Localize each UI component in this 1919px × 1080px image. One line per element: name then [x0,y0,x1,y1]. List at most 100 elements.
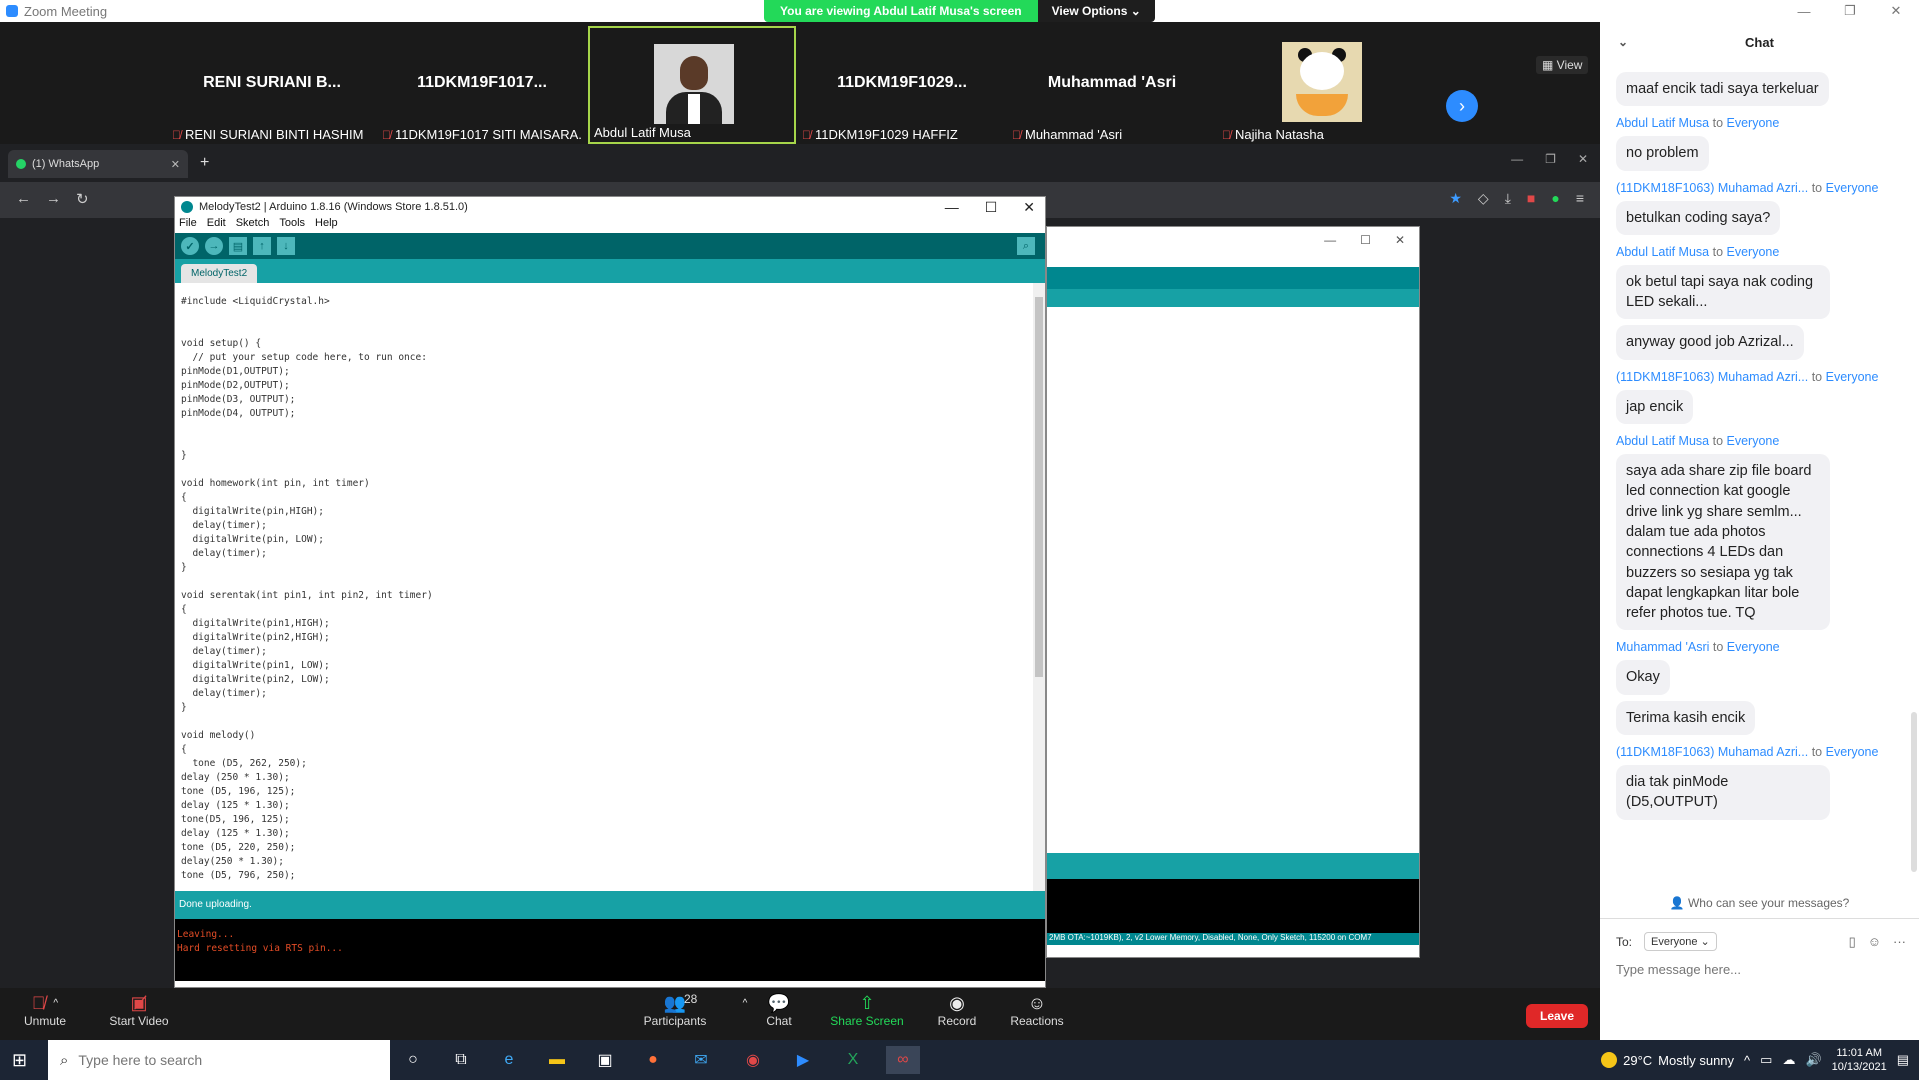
extension-red-icon[interactable]: ■ [1527,190,1535,207]
arduino-close-icon[interactable]: ✕ [1023,199,1035,216]
weather-widget[interactable]: 29°C Mostly sunny [1601,1052,1734,1068]
arduino2-minimize-icon[interactable]: — [1324,233,1336,261]
new-tab-icon[interactable]: + [200,154,209,172]
menu-edit[interactable]: Edit [207,217,226,233]
chat-scrollbar[interactable] [1911,712,1917,872]
edge-browser-icon[interactable]: e [492,1046,526,1074]
chat-sender[interactable]: Muhammad 'Asri [1616,640,1709,654]
mail-icon[interactable]: ✉ [684,1046,718,1074]
microsoft-store-icon[interactable]: ▣ [588,1046,622,1074]
forward-arrow-icon[interactable]: → [46,190,61,207]
more-icon[interactable]: ··· [1893,934,1906,950]
code-editor[interactable]: #include <LiquidCrystal.h> void setup() {… [175,283,1045,891]
participant-tile[interactable]: 🎙̸ Najiha Natasha [1218,26,1426,144]
cortana-icon[interactable]: ○ [396,1046,430,1074]
audio-options-caret-icon[interactable]: ^ [53,998,58,1009]
extension-green-icon[interactable]: ● [1551,190,1559,207]
collapse-chevron-icon[interactable]: ⌄ [1618,35,1628,49]
start-video-button[interactable]: ▣̸ Start Video [94,992,184,1029]
verify-check-icon[interactable]: ✓ [181,237,199,255]
chat-sender[interactable]: (11DKM18F1063) Muhamad Azri... [1616,181,1808,195]
network-icon[interactable]: ▭ [1760,1052,1772,1068]
temperature: 29°C [1623,1052,1653,1068]
download-icon[interactable]: ⤓ [1505,190,1511,207]
firefox-icon[interactable]: ● [636,1046,670,1074]
tray-caret-icon[interactable]: ^ [1744,1053,1750,1068]
save-sketch-icon[interactable]: ↓ [277,237,295,255]
chat-recipient: Everyone [1825,369,1879,384]
upload-arrow-icon[interactable]: → [205,237,223,255]
participant-tile[interactable]: Muhammad 'Asri 🎙̸ Muhammad 'Asri [1008,26,1216,144]
arduino2-board-info: 2MB OTA:~1019KB), 2, v2 Lower Memory, Di… [1047,933,1419,945]
menu-help[interactable]: Help [315,217,338,233]
arduino2-maximize-icon[interactable]: ☐ [1360,233,1371,261]
chat-sender[interactable]: (11DKM18F1063) Muhamad Azri... [1616,370,1808,384]
chat-message-list[interactable]: maaf encik tadi saya terkeluar Abdul Lati… [1600,66,1919,906]
view-button[interactable]: ▦ View [1536,56,1589,74]
participant-tile-active-speaker[interactable]: Abdul Latif Musa [588,26,796,144]
editor-scrollbar[interactable] [1033,283,1045,891]
file-icon[interactable]: ▯ [1849,934,1856,950]
record-button[interactable]: ◉ Record [912,992,1002,1029]
chat-sender[interactable]: Abdul Latif Musa [1616,116,1709,130]
volume-icon[interactable]: 🔊 [1805,1052,1821,1068]
chat-message-input[interactable] [1616,962,1896,977]
browser-minimize-icon[interactable]: — [1511,152,1523,166]
notifications-icon[interactable]: ▤ [1897,1052,1909,1068]
emoji-icon[interactable]: ☺ [1868,934,1881,950]
reload-icon[interactable]: ↻ [76,190,89,208]
chat-divider [1600,918,1919,919]
menu-file[interactable]: File [179,217,197,233]
sketch-tab[interactable]: MelodyTest2 [181,264,258,283]
chat-button[interactable]: 💬 Chat [734,992,824,1029]
windows-start-icon[interactable]: ⊞ [12,1050,27,1071]
zoom-taskbar-icon[interactable]: ▶ [786,1046,820,1074]
pocket-icon[interactable]: ◇ [1478,190,1489,207]
minimize-button[interactable]: — [1781,0,1827,22]
onedrive-cloud-icon[interactable]: ☁ [1782,1052,1795,1068]
menu-sketch[interactable]: Sketch [236,217,270,233]
back-arrow-icon[interactable]: ← [16,190,31,207]
chat-bubble-icon: 💬 [767,992,791,1013]
new-sketch-icon[interactable]: ▤ [229,237,247,255]
taskbar-clock[interactable]: 11:01 AM 10/13/2021 [1832,1046,1887,1074]
excel-icon[interactable]: X [836,1046,870,1074]
menu-tools[interactable]: Tools [279,217,305,233]
chat-sender[interactable]: Abdul Latif Musa [1616,245,1709,259]
arduino2-close-icon[interactable]: ✕ [1395,233,1405,261]
menu-icon[interactable]: ≡ [1576,190,1584,207]
tab-close-icon[interactable]: ✕ [171,158,180,171]
restore-button[interactable]: ❐ [1827,0,1873,22]
browser-close-icon[interactable]: ✕ [1578,152,1588,166]
task-view-icon[interactable]: ⧉ [444,1046,478,1074]
close-button[interactable]: ✕ [1873,0,1919,22]
serial-monitor-icon[interactable]: ⌕ [1017,237,1035,255]
muted-mic-icon: 🎙̸ [1222,127,1231,142]
chat-sender[interactable]: Abdul Latif Musa [1616,434,1709,448]
reactions-button[interactable]: ☺ Reactions [992,992,1082,1029]
next-page-arrow-icon[interactable]: › [1446,90,1478,122]
arduino-maximize-icon[interactable]: ☐ [985,199,998,216]
open-sketch-icon[interactable]: ↑ [253,237,271,255]
participant-tile[interactable]: 11DKM19F1029... 🎙̸ 11DKM19F1029 HAFFIZ [798,26,1006,144]
chat-sender[interactable]: (11DKM18F1063) Muhamad Azri... [1616,745,1808,759]
bookmark-star-icon[interactable]: ★ [1449,190,1462,207]
who-can-see-messages-link[interactable]: 👤 Who can see your messages? [1600,896,1919,910]
unmute-button[interactable]: 🎙̸ ^ Unmute [0,992,90,1029]
arduino2-editor[interactable] [1047,307,1419,853]
view-options-button[interactable]: View Options ⌄ [1037,0,1155,22]
file-explorer-icon[interactable]: ▬ [540,1046,574,1074]
browser-maximize-icon[interactable]: ❐ [1545,152,1556,166]
arduino-minimize-icon[interactable]: — [945,199,959,216]
taskbar-search-input[interactable] [78,1052,359,1068]
participant-tile[interactable]: RENI SURIANI B... 🎙̸ RENI SURIANI BINTI H… [168,26,376,144]
share-screen-button[interactable]: ⇧ Share Screen [822,992,912,1029]
chrome-icon[interactable]: ◉ [736,1046,770,1074]
recipient-select[interactable]: Everyone ⌄ [1644,932,1717,951]
arduino-taskbar-icon[interactable]: ∞ [886,1046,920,1074]
taskbar-search[interactable]: ⌕ [48,1040,390,1080]
participant-tile[interactable]: 11DKM19F1017... 🎙̸ 11DKM19F1017 SITI MAIS… [378,26,586,144]
leave-meeting-button[interactable]: Leave [1526,1004,1588,1028]
browser-tab-whatsapp[interactable]: (1) WhatsApp ✕ [8,150,188,178]
